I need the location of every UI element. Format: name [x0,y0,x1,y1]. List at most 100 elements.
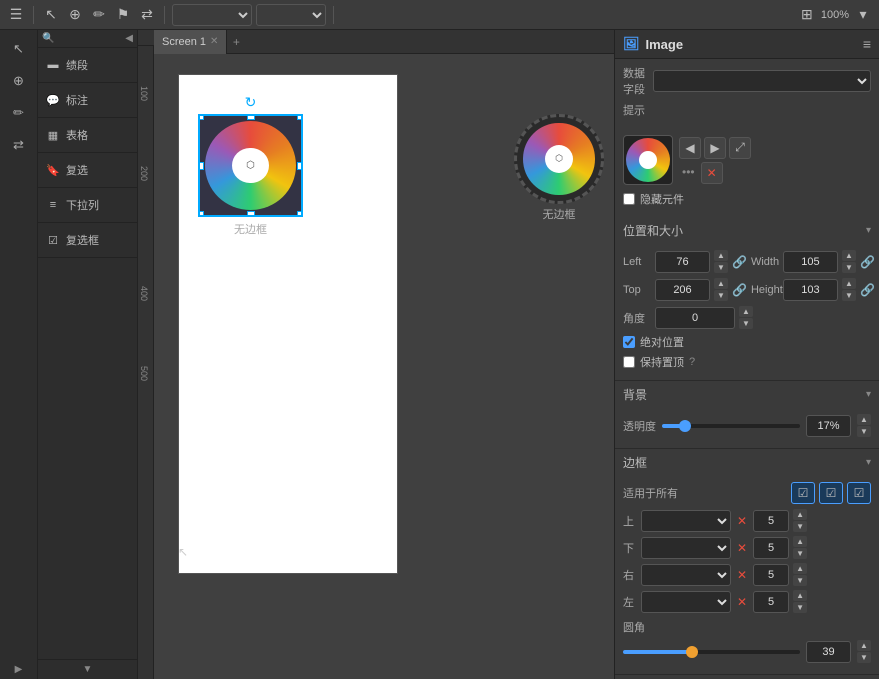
border-top-value[interactable] [753,510,789,532]
border-section-header[interactable]: 边框 ▾ [615,449,879,476]
border-left-value[interactable] [753,591,789,613]
rotate-handle[interactable]: ↻ [243,94,259,110]
resize-tr[interactable] [297,114,303,120]
canvas-viewport[interactable]: ↻ ⬡ 无边框 [138,54,614,679]
left-input[interactable]: 76 [655,251,710,273]
font-select[interactable]: Arial [172,4,252,26]
flag-tool[interactable]: ⚑ [113,5,133,25]
corner-slider[interactable] [623,650,800,654]
border-bottom-up[interactable]: ▲ [793,536,807,547]
border-top-down[interactable]: ▼ [793,521,807,532]
pin-help-icon[interactable]: ? [689,356,695,368]
section-表格[interactable]: ▦ 表格 [38,122,137,148]
section-绩段[interactable]: ▬ 绩段 [38,52,137,78]
component-collapse[interactable]: ◀ [125,33,133,44]
corner-down[interactable]: ▼ [857,652,871,663]
image-delete-btn[interactable]: ✕ [701,162,723,184]
menu-icon[interactable]: ☰ [6,5,26,25]
resize-br[interactable] [297,211,303,217]
corner-up[interactable]: ▲ [857,640,871,651]
width-input[interactable] [783,251,838,273]
sidebar-paint[interactable]: ✏ [4,98,34,128]
resize-tc[interactable] [247,114,255,120]
resize-bc[interactable] [247,211,255,217]
left-link-icon[interactable]: 🔗 [732,255,747,269]
height-input[interactable] [783,279,838,301]
left-down[interactable]: ▼ [714,262,728,273]
position-section-header[interactable]: 位置和大小 ▾ [615,217,879,244]
tab-close-icon[interactable]: ✕ [210,36,218,47]
width-down[interactable]: ▼ [842,262,856,273]
width-link-icon[interactable]: 🔗 [860,255,875,269]
angle-up[interactable]: ▲ [739,306,753,317]
opacity-down[interactable]: ▼ [857,426,871,437]
pin-checkbox[interactable] [623,356,635,368]
screen-tab-1[interactable]: Screen 1 ✕ [154,30,227,54]
border-check-2[interactable]: ☑ [819,482,843,504]
image-thumbnail[interactable] [623,135,673,185]
border-top-style[interactable] [641,510,731,532]
sidebar-pointer[interactable]: ↖ [4,34,34,64]
opacity-thumb[interactable] [679,420,691,432]
image-more-icon[interactable]: ••• [679,162,698,184]
border-right-up[interactable]: ▲ [793,563,807,574]
border-right-down[interactable]: ▼ [793,575,807,586]
connect-tool[interactable]: ⇄ [137,5,157,25]
pointer-tool[interactable]: ↖ [41,5,61,25]
resize-mr[interactable] [297,162,303,170]
width-up[interactable]: ▲ [842,250,856,261]
image-next-btn[interactable]: ▶ [704,137,726,159]
border-bottom-down[interactable]: ▼ [793,548,807,559]
border-bottom-style[interactable] [641,537,731,559]
resize-tl[interactable] [198,114,204,120]
border-bottom-value[interactable] [753,537,789,559]
background-section-header[interactable]: 背景 ▾ [615,381,879,408]
zoom-icon[interactable]: ⊞ [797,5,817,25]
font-style-select[interactable]: Regular [256,4,326,26]
left-sidebar-collapse[interactable]: ▶ [15,664,23,675]
sidebar-link[interactable]: ⇄ [4,130,34,160]
search-component[interactable]: 🔍 [42,33,125,44]
top-down[interactable]: ▼ [714,290,728,301]
border-top-up[interactable]: ▲ [793,509,807,520]
absolute-pos-checkbox[interactable] [623,336,635,348]
section-复选框[interactable]: ☑ 复选框 [38,227,137,253]
border-left-style[interactable] [641,591,731,613]
panel-menu-button[interactable]: ≡ [863,36,871,52]
hide-element-checkbox[interactable] [623,193,635,205]
resize-ml[interactable] [198,162,204,170]
top-input[interactable] [655,279,710,301]
paint-tool[interactable]: ✏ [89,5,109,25]
border-left-up[interactable]: ▲ [793,590,807,601]
border-right-style[interactable] [641,564,731,586]
search-tool[interactable]: ⊕ [65,5,85,25]
border-check-3[interactable]: ☑ [847,482,871,504]
top-up[interactable]: ▲ [714,278,728,289]
left-up[interactable]: ▲ [714,250,728,261]
data-field-select[interactable] [653,70,871,92]
height-up[interactable]: ▲ [842,278,856,289]
section-书签[interactable]: 🔖 复选 [38,157,137,183]
image-expand-btn[interactable]: ⤢ [729,137,751,159]
selected-image[interactable]: ↻ ⬡ 无边框 [198,114,303,217]
section-下拉[interactable]: ≡ 下拉列 [38,192,137,218]
top-link-icon[interactable]: 🔗 [732,283,747,297]
sidebar-search[interactable]: ⊕ [4,66,34,96]
border-right-value[interactable] [753,564,789,586]
zoom-down-icon[interactable]: ▾ [853,5,873,25]
height-down[interactable]: ▼ [842,290,856,301]
angle-input[interactable] [655,307,735,329]
opacity-slider[interactable] [662,424,800,428]
image-prev-btn[interactable]: ◀ [679,137,701,159]
add-screen-icon[interactable]: + [227,30,245,54]
border-check-1[interactable]: ☑ [791,482,815,504]
height-link-icon[interactable]: 🔗 [860,283,875,297]
shadow-section-header[interactable]: 阴影 ▾ [615,675,879,679]
opacity-up[interactable]: ▲ [857,414,871,425]
border-left-down[interactable]: ▼ [793,602,807,613]
resize-bl[interactable] [198,211,204,217]
section-标注[interactable]: 💬 标注 [38,87,137,113]
component-expand[interactable]: ▼ [83,664,93,675]
angle-down[interactable]: ▼ [739,318,753,329]
corner-thumb[interactable] [686,646,698,658]
